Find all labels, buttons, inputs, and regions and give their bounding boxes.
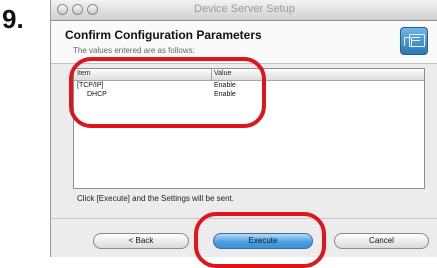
step-number: 9. bbox=[2, 4, 24, 34]
title-bar: Device Server Setup bbox=[51, 0, 437, 21]
page-title: Confirm Configuration Parameters bbox=[65, 28, 262, 42]
page-subtitle: The values entered are as follows: bbox=[73, 46, 195, 55]
window-title: Device Server Setup bbox=[194, 3, 295, 15]
cancel-button[interactable]: Cancel bbox=[334, 233, 429, 249]
highlight-table-callout bbox=[69, 57, 266, 128]
instruction-text: Click [Execute] and the Settings will be… bbox=[77, 194, 234, 203]
network-settings-icon bbox=[400, 27, 428, 55]
highlight-execute-callout bbox=[194, 212, 326, 268]
back-button[interactable]: < Back bbox=[93, 233, 189, 249]
